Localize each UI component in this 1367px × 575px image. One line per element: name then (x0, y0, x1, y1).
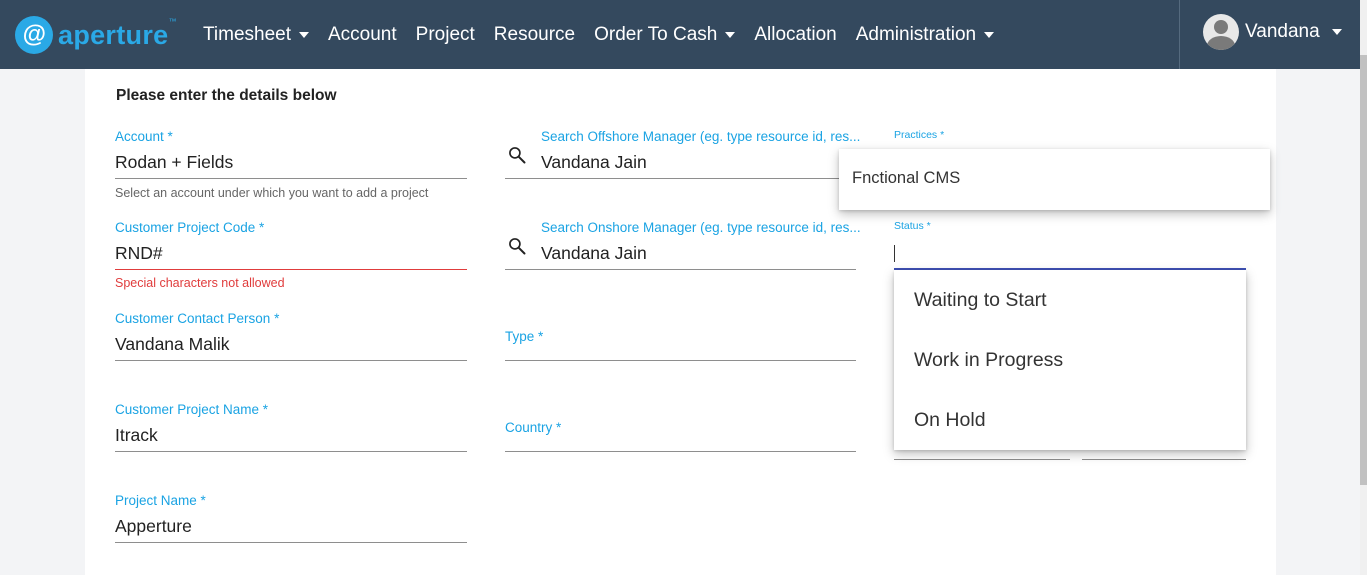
logo-glyph: @ (22, 21, 46, 48)
caret-down-icon (299, 31, 309, 38)
customer-contact-person-underline (115, 360, 467, 361)
status-option-on-hold[interactable]: On Hold (914, 409, 986, 432)
caret-down-icon (725, 31, 736, 38)
account-label: Account * (115, 129, 173, 144)
offshore-manager-underline (505, 178, 856, 179)
logo-icon: @ (15, 16, 53, 54)
customer-project-code-error: Special characters not allowed (115, 276, 285, 290)
search-icon (509, 147, 526, 164)
nav-account-label: Account (328, 23, 397, 45)
account-value[interactable]: Rodan + Fields (115, 152, 233, 173)
customer-contact-person-value[interactable]: Vandana Malik (115, 334, 229, 355)
customer-project-code-label: Customer Project Code * (115, 220, 265, 235)
country-label: Country * (505, 420, 562, 435)
nav-resource[interactable]: Resource (494, 24, 575, 46)
end-date-underline (1082, 459, 1246, 460)
nav-order-to-cash-label: Order To Cash (594, 23, 718, 45)
practices-label: Practices * (894, 129, 945, 141)
type-underline (505, 360, 856, 361)
project-name-label: Project Name * (115, 493, 206, 508)
nav-project-label: Project (415, 23, 475, 45)
country-underline (505, 451, 856, 452)
nav-timesheet[interactable]: Timesheet (203, 24, 309, 46)
onshore-manager-label: Search Onshore Manager (eg. type resourc… (541, 220, 861, 235)
caret-down-icon (1331, 29, 1342, 35)
brand-trademark: ™ (168, 17, 177, 26)
caret-down-icon (984, 31, 995, 38)
nav-project[interactable]: Project (416, 24, 475, 46)
onshore-manager-underline (505, 269, 856, 270)
status-option-in-progress[interactable]: Work in Progress (914, 349, 1063, 372)
status-option-waiting[interactable]: Waiting to Start (914, 289, 1047, 312)
start-date-underline (894, 459, 1070, 460)
onshore-manager-value[interactable]: Vandana Jain (541, 243, 647, 264)
search-icon (509, 238, 526, 255)
offshore-manager-value[interactable]: Vandana Jain (541, 152, 647, 173)
nav-administration-label: Administration (855, 23, 977, 45)
nav-allocation[interactable]: Allocation (754, 24, 836, 46)
status-dropdown: Waiting to Start Work in Progress On Hol… (894, 270, 1246, 450)
user-menu[interactable]: Vandana (1203, 14, 1342, 50)
account-underline (115, 178, 467, 179)
practices-dropdown: Fnctional CMS (839, 149, 1270, 210)
customer-contact-person-label: Customer Contact Person * (115, 311, 280, 326)
status-label: Status * (894, 220, 931, 232)
nav-divider (1179, 0, 1180, 69)
top-navbar: @ aperture ™ Timesheet Account Project R… (0, 0, 1367, 69)
nav-allocation-label: Allocation (754, 23, 837, 45)
customer-project-code-value[interactable]: RND# (115, 243, 163, 264)
customer-project-name-underline (115, 451, 467, 452)
nav-administration[interactable]: Administration (855, 23, 995, 46)
brand-name: aperture (58, 19, 169, 50)
customer-project-name-label: Customer Project Name * (115, 402, 269, 417)
user-name: Vandana (1245, 21, 1320, 42)
offshore-manager-label: Search Offshore Manager (eg. type resour… (541, 129, 861, 144)
practices-option[interactable]: Fnctional CMS (852, 169, 960, 188)
customer-project-code-underline (115, 269, 467, 270)
type-label: Type * (505, 329, 544, 344)
nav-account[interactable]: Account (328, 24, 397, 46)
project-name-underline (115, 542, 467, 543)
page-scrollbar-thumb[interactable] (1360, 55, 1367, 485)
nav-order-to-cash[interactable]: Order To Cash (594, 23, 736, 46)
project-name-value[interactable]: Apperture (115, 516, 192, 537)
aperture-logo[interactable]: @ aperture ™ (15, 15, 176, 55)
avatar-icon (1203, 14, 1239, 50)
main-menu: Timesheet Account Project Resource Order… (203, 0, 1013, 69)
status-text-cursor (894, 245, 895, 262)
nav-resource-label: Resource (493, 23, 576, 45)
nav-timesheet-label: Timesheet (203, 23, 291, 45)
form-heading: Please enter the details below (116, 87, 337, 104)
account-hint: Select an account under which you want t… (115, 186, 429, 200)
customer-project-name-value[interactable]: Itrack (115, 425, 158, 446)
